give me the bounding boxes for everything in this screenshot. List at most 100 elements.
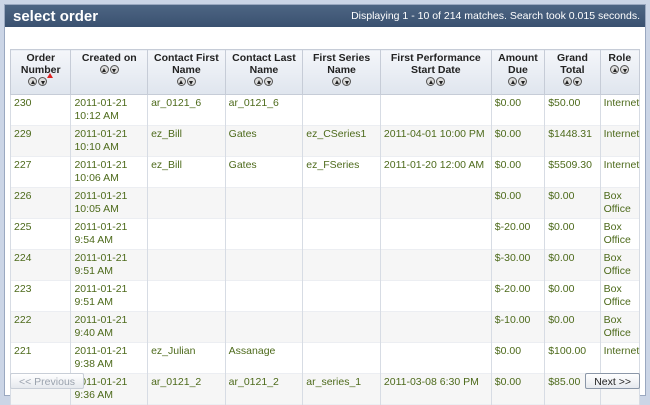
cell-created-on[interactable]: 2011-01-21 9:51 AM [70,280,149,312]
cell-amount-due[interactable]: $-20.00 [490,218,546,250]
sort-ascending-icon[interactable] [254,77,264,86]
cell-first-series[interactable] [302,94,381,126]
cell-order-number[interactable]: 224 [9,249,72,281]
sort-descending-icon[interactable] [264,77,274,86]
cell-grand-total[interactable]: $0.00 [544,311,601,343]
cell-contact-first[interactable]: ez_Bill [147,125,226,157]
cell-amount-due[interactable]: $-20.00 [490,280,546,312]
cell-contact-last[interactable] [224,280,304,312]
cell-amount-due[interactable]: $0.00 [490,187,546,219]
cell-order-number[interactable]: 223 [9,280,72,312]
sort-ascending-icon[interactable] [426,77,436,86]
cell-amount-due[interactable]: $0.00 [490,156,546,188]
cell-role[interactable]: Internet [599,94,641,126]
next-page-button[interactable]: Next >> [585,373,640,389]
sort-ascending-icon[interactable] [610,65,620,74]
table-row[interactable]: 223 2011-01-21 9:51 AM $-20.00 $0.00 Box Off… [9,280,641,312]
cell-first-perf[interactable] [379,187,492,219]
cell-amount-due[interactable]: $-30.00 [490,249,546,281]
cell-contact-last[interactable]: Gates [224,125,304,157]
cell-contact-first[interactable] [147,218,226,250]
cell-first-perf[interactable] [379,311,492,343]
cell-grand-total[interactable]: $5509.30 [544,156,601,188]
cell-order-number[interactable]: 229 [9,125,72,157]
cell-created-on[interactable]: 2011-01-21 10:12 AM [70,94,149,126]
cell-role[interactable]: Internet [599,125,641,157]
cell-amount-due[interactable]: $0.00 [490,94,546,126]
cell-grand-total[interactable]: $0.00 [544,187,601,219]
sort-descending-icon[interactable] [342,77,352,86]
cell-first-perf[interactable] [379,280,492,312]
cell-contact-last[interactable] [224,218,304,250]
cell-role[interactable]: Box Office [599,280,641,312]
cell-first-series[interactable] [302,187,381,219]
sort-ascending-icon[interactable] [99,65,109,74]
cell-first-series[interactable]: ez_FSeries [302,156,381,188]
table-row[interactable]: 224 2011-01-21 9:51 AM $-30.00 $0.00 Box Off… [9,249,641,281]
cell-order-number[interactable]: 221 [9,342,72,374]
cell-contact-first[interactable] [147,311,226,343]
sort-ascending-icon[interactable] [176,77,186,86]
cell-first-perf[interactable] [379,342,492,374]
sort-descending-icon[interactable] [186,77,196,86]
cell-contact-last[interactable]: ar_0121_6 [224,94,304,126]
cell-grand-total[interactable]: $1448.31 [544,125,601,157]
cell-contact-last[interactable]: Assanage [224,342,304,374]
sort-ascending-icon[interactable] [562,77,572,86]
cell-role[interactable]: Internet [599,156,641,188]
cell-first-series[interactable] [302,342,381,374]
sort-descending-icon[interactable] [38,77,48,86]
cell-first-series[interactable] [302,218,381,250]
cell-order-number[interactable]: 230 [9,94,72,126]
table-row[interactable]: 229 2011-01-21 10:10 AM ez_Bill Gates ez_CSe… [9,125,641,157]
cell-contact-first[interactable] [147,280,226,312]
table-row[interactable]: 230 2011-01-21 10:12 AM ar_0121_6 ar_0121_6… [9,94,641,126]
sort-ascending-icon[interactable] [508,77,518,86]
cell-first-series[interactable] [302,311,381,343]
cell-contact-first[interactable]: ar_0121_6 [147,94,226,126]
sort-descending-icon[interactable] [109,65,119,74]
cell-role[interactable]: Box Office [599,187,641,219]
cell-grand-total[interactable]: $0.00 [544,280,601,312]
cell-amount-due[interactable]: $-10.00 [490,311,546,343]
cell-first-series[interactable] [302,280,381,312]
sort-descending-icon[interactable] [572,77,582,86]
previous-page-button[interactable]: << Previous [10,373,85,389]
cell-grand-total[interactable]: $0.00 [544,249,601,281]
cell-created-on[interactable]: 2011-01-21 9:51 AM [70,249,149,281]
table-row[interactable]: 221 2011-01-21 9:38 AM ez_Julian Assanage $0… [9,342,641,374]
cell-order-number[interactable]: 222 [9,311,72,343]
cell-first-perf[interactable] [379,218,492,250]
table-row[interactable]: 226 2011-01-21 10:05 AM $0.00 $0.00 Box Offi… [9,187,641,219]
cell-created-on[interactable]: 2011-01-21 9:40 AM [70,311,149,343]
cell-first-perf[interactable] [379,249,492,281]
sort-descending-icon[interactable] [518,77,528,86]
cell-created-on[interactable]: 2011-01-21 10:10 AM [70,125,149,157]
cell-contact-last[interactable] [224,187,304,219]
cell-grand-total[interactable]: $0.00 [544,218,601,250]
cell-created-on[interactable]: 2011-01-21 10:06 AM [70,156,149,188]
cell-role[interactable]: Box Office [599,249,641,281]
sort-ascending-icon[interactable] [332,77,342,86]
cell-first-perf[interactable]: 2011-04-01 10:00 PM [379,125,492,157]
cell-grand-total[interactable]: $50.00 [544,94,601,126]
sort-descending-icon[interactable] [620,65,630,74]
cell-order-number[interactable]: 225 [9,218,72,250]
cell-order-number[interactable]: 227 [9,156,72,188]
sort-ascending-icon[interactable] [28,77,38,86]
table-row[interactable]: 225 2011-01-21 9:54 AM $-20.00 $0.00 Box Off… [9,218,641,250]
cell-contact-first[interactable] [147,187,226,219]
cell-role[interactable]: Box Office [599,218,641,250]
cell-created-on[interactable]: 2011-01-21 9:38 AM [70,342,149,374]
cell-grand-total[interactable]: $100.00 [544,342,601,374]
cell-amount-due[interactable]: $0.00 [490,342,546,374]
table-row[interactable]: 227 2011-01-21 10:06 AM ez_Bill Gates ez_FSe… [9,156,641,188]
table-row[interactable]: 222 2011-01-21 9:40 AM $-10.00 $0.00 Box Off… [9,311,641,343]
cell-role[interactable]: Internet [599,342,641,374]
cell-contact-last[interactable] [224,249,304,281]
cell-amount-due[interactable]: $0.00 [490,125,546,157]
cell-first-series[interactable]: ez_CSeries1 [302,125,381,157]
cell-first-series[interactable] [302,249,381,281]
cell-contact-first[interactable]: ez_Julian [147,342,226,374]
cell-contact-last[interactable]: Gates [224,156,304,188]
